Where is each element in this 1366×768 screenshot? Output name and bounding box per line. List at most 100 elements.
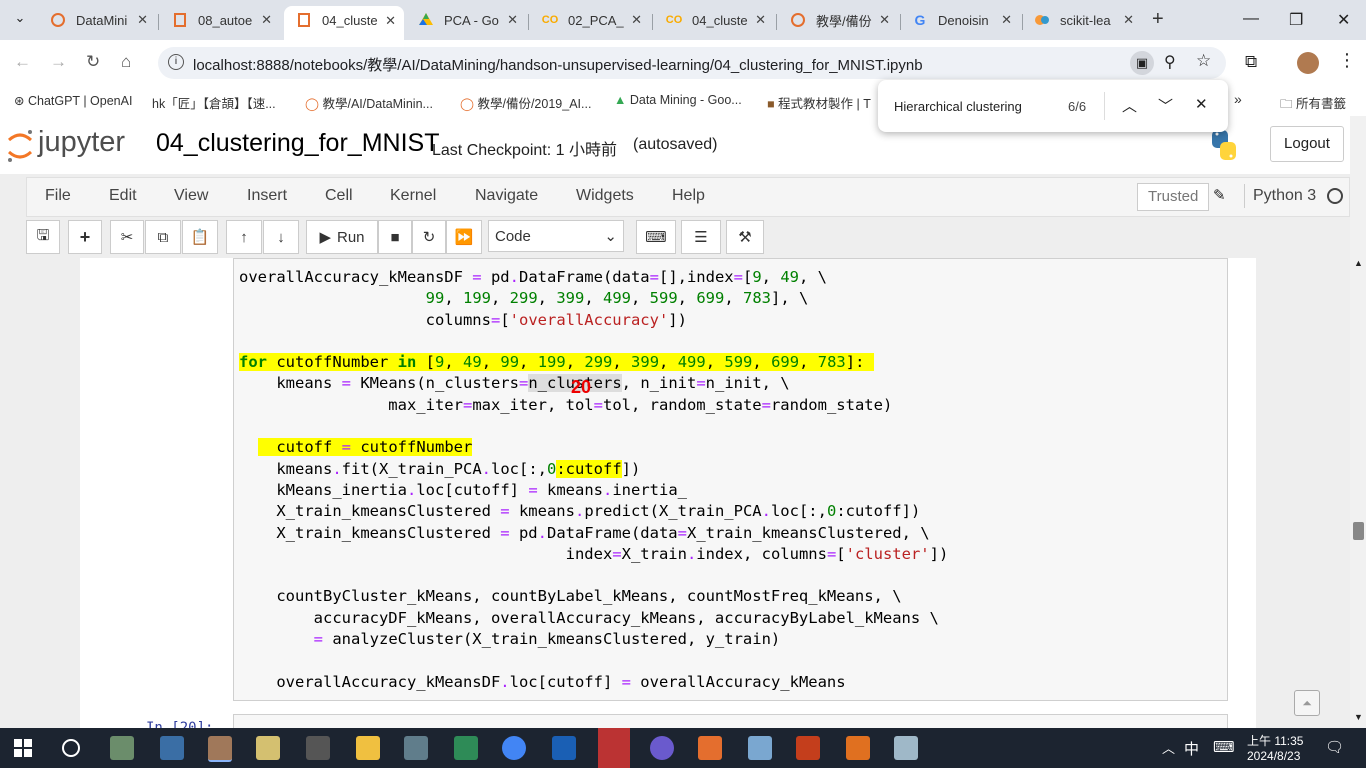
webex-icon[interactable] xyxy=(552,736,576,760)
close-tab-icon[interactable]: ✕ xyxy=(137,12,148,28)
paint-app-icon[interactable] xyxy=(208,736,232,762)
menu-file[interactable]: File xyxy=(45,187,71,205)
forward-icon[interactable]: → xyxy=(50,52,67,72)
tab-denoising[interactable]: G Denoisin ✕ xyxy=(900,7,1020,33)
logout-button[interactable]: Logout xyxy=(1270,126,1344,162)
input-method-icon[interactable]: ⌨ xyxy=(1213,738,1235,756)
move-up-icon[interactable]: ↑ xyxy=(226,220,262,254)
bookmark-backup[interactable]: ◯ 教學/備份/2019_AI... xyxy=(460,93,591,112)
find-previous-icon[interactable]: ︿ xyxy=(1122,95,1137,116)
cut-icon[interactable]: ✂ xyxy=(110,220,144,254)
search-app-icon[interactable] xyxy=(846,736,870,760)
back-icon[interactable]: ← xyxy=(14,52,31,72)
keyboard-icon[interactable]: ⌨ xyxy=(636,220,676,254)
avatar[interactable] xyxy=(1297,52,1319,74)
scroll-to-top-icon[interactable]: ⏶ xyxy=(1294,690,1320,716)
close-tab-icon[interactable]: ✕ xyxy=(755,12,766,28)
site-info-icon[interactable]: i xyxy=(168,54,184,70)
page-find-icon[interactable]: ▣ xyxy=(1130,51,1154,75)
tab-02-pca-colab[interactable]: CO 02_PCA_ ✕ xyxy=(530,7,650,33)
tools-icon[interactable]: ⚒ xyxy=(726,220,764,254)
notepad-app-icon[interactable] xyxy=(894,736,918,760)
restart-icon[interactable]: ↻ xyxy=(412,220,446,254)
scroll-down-arrow[interactable]: ▼ xyxy=(1354,712,1363,722)
menu-cell[interactable]: Cell xyxy=(325,187,353,205)
menu-widgets[interactable]: Widgets xyxy=(576,187,634,205)
close-tab-icon[interactable]: ✕ xyxy=(879,12,890,28)
spreadsheet-app-icon[interactable] xyxy=(454,736,478,760)
tab-04-clustering-colab[interactable]: CO 04_cluste ✕ xyxy=(654,7,774,33)
notebook-name[interactable]: 04_clustering_for_MNIST xyxy=(156,129,439,158)
search-icon[interactable] xyxy=(62,739,80,757)
bookmark-ai-datamining[interactable]: ◯ 教學/AI/DataMinin... xyxy=(305,93,433,112)
notes-app-icon[interactable] xyxy=(256,736,280,760)
tab-pca-google[interactable]: PCA - Go ✕ xyxy=(406,7,526,33)
ime-indicator[interactable]: 中 xyxy=(1184,738,1199,759)
close-window-icon[interactable]: ✕ xyxy=(1337,10,1350,30)
find-next-icon[interactable]: ﹀ xyxy=(1158,95,1173,116)
reload-icon[interactable]: ↻ xyxy=(86,52,100,72)
paste-icon[interactable]: 📋 xyxy=(182,220,218,254)
edit-pencil-icon[interactable]: ✎ xyxy=(1213,186,1226,204)
windows-start-icon[interactable] xyxy=(14,739,32,757)
camera-app-icon[interactable] xyxy=(306,736,330,760)
desktop-app-icon[interactable] xyxy=(110,736,134,760)
close-tab-icon[interactable]: ✕ xyxy=(261,12,272,28)
menu-view[interactable]: View xyxy=(174,187,208,205)
chat-app-icon[interactable] xyxy=(650,736,674,760)
address-bar[interactable]: i localhost:8888/notebooks/教學/AI/DataMin… xyxy=(158,47,1226,79)
move-down-icon[interactable]: ↓ xyxy=(263,220,299,254)
menu-help[interactable]: Help xyxy=(672,187,705,205)
copy-icon[interactable]: ⧉ xyxy=(145,220,181,254)
bookmarks-overflow[interactable]: » xyxy=(1234,91,1242,107)
close-tab-icon[interactable]: ✕ xyxy=(1123,12,1134,28)
command-palette-icon[interactable]: ☰ xyxy=(681,220,721,254)
network-app-icon[interactable] xyxy=(160,736,184,760)
clock-time[interactable]: 上午 11:35 xyxy=(1247,732,1303,749)
all-bookmarks[interactable]: 🗀 所有書籤 xyxy=(1280,93,1346,116)
new-tab-button[interactable]: + xyxy=(1152,8,1164,31)
menu-navigate[interactable]: Navigate xyxy=(475,187,538,205)
restore-icon[interactable]: ❐ xyxy=(1289,10,1303,30)
trusted-indicator[interactable]: Trusted xyxy=(1137,183,1210,211)
opera-icon[interactable] xyxy=(598,728,630,768)
next-code-cell[interactable] xyxy=(233,714,1228,728)
jupyter-app-icon[interactable] xyxy=(698,736,722,760)
scroll-up-arrow[interactable]: ▲ xyxy=(1354,258,1363,268)
close-tab-icon[interactable]: ✕ xyxy=(1001,12,1012,28)
close-tab-icon[interactable]: ✕ xyxy=(507,12,518,28)
cell-type-select[interactable]: Code ⌄ xyxy=(488,220,624,252)
menu-kernel[interactable]: Kernel xyxy=(390,187,436,205)
chrome-icon[interactable] xyxy=(502,736,526,760)
mail-app-icon[interactable] xyxy=(748,736,772,760)
tab-teaching-backup[interactable]: 教學/備份 ✕ xyxy=(778,7,898,33)
bookmark-cangjie[interactable]: hk「匠」【倉頡】【速... xyxy=(152,93,276,112)
close-tab-icon[interactable]: ✕ xyxy=(385,13,396,29)
jupyter-logo-icon[interactable] xyxy=(6,126,34,166)
bookmark-star-icon[interactable]: ☆ xyxy=(1196,51,1211,71)
powerpoint-icon[interactable] xyxy=(796,736,820,760)
close-tab-icon[interactable]: ✕ xyxy=(631,12,642,28)
tab-scikit-learn[interactable]: scikit-lea ✕ xyxy=(1022,7,1142,33)
insert-cell-icon[interactable]: + xyxy=(68,220,102,254)
tab-04-clustering-active[interactable]: 04_cluste ✕ xyxy=(284,6,404,40)
camera-icon[interactable] xyxy=(404,736,428,760)
run-button[interactable]: ▶ Run xyxy=(306,220,378,254)
tab-datamining[interactable]: DataMini ✕ xyxy=(38,7,156,33)
tab-08-autoencoder[interactable]: 08_autoe ✕ xyxy=(160,7,280,33)
menu-edit[interactable]: Edit xyxy=(109,187,137,205)
find-input[interactable]: Hierarchical clustering xyxy=(894,99,1022,114)
find-close-icon[interactable]: ✕ xyxy=(1195,95,1208,113)
scroll-thumb[interactable] xyxy=(1353,522,1364,540)
bookmark-materials[interactable]: ■ 程式教材製作 | T xyxy=(767,93,871,112)
minimize-icon[interactable]: — xyxy=(1243,10,1259,28)
bookmark-chatgpt[interactable]: ⊛ ChatGPT | OpenAI xyxy=(14,93,132,108)
bookmark-datamining-google[interactable]: ▲ Data Mining - Goo... xyxy=(614,93,742,107)
code-input[interactable]: overallAccuracy_kMeansDF = pd.DataFrame(… xyxy=(239,267,948,693)
more-menu-icon[interactable]: ⋮ xyxy=(1338,50,1356,71)
home-icon[interactable]: ⌂ xyxy=(121,52,131,72)
stop-icon[interactable]: ■ xyxy=(378,220,412,254)
file-explorer-icon[interactable] xyxy=(356,736,380,760)
zoom-icon[interactable]: ⚲ xyxy=(1164,52,1176,72)
notification-icon[interactable]: 🗨 xyxy=(1325,738,1344,756)
